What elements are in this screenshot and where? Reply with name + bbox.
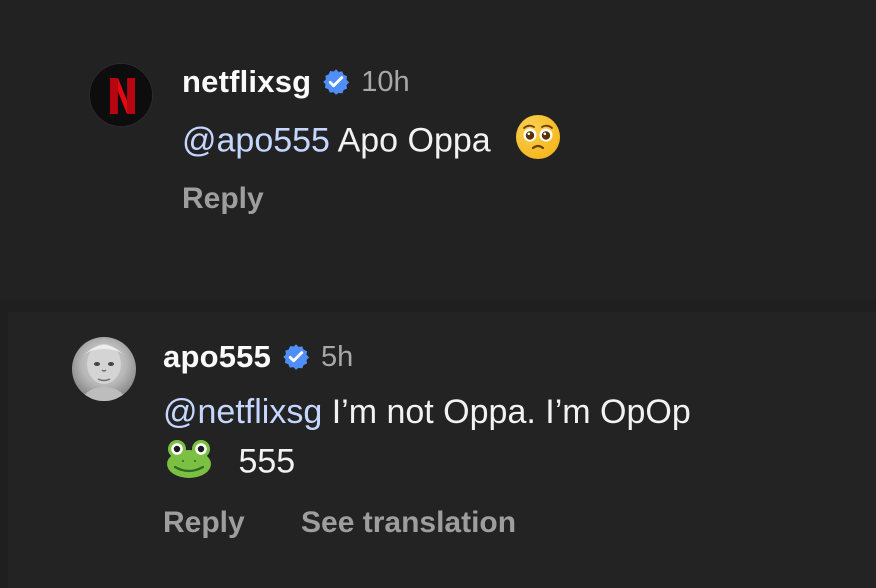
comment-item: netflixsg 10h @apo555 Apo Oppa Reply: [0, 0, 876, 300]
verified-badge-icon: [323, 69, 350, 95]
verified-badge-icon: [283, 344, 310, 370]
comment-body-continuation: 555: [238, 442, 296, 481]
profile-photo-icon: [80, 344, 128, 401]
comment-header: netflixsg 10h: [182, 64, 410, 100]
comment-thread: netflixsg 10h @apo555 Apo Oppa Reply apo…: [0, 0, 876, 588]
username[interactable]: apo555: [163, 339, 271, 375]
reply-button[interactable]: Reply: [182, 182, 264, 216]
comment-body-text: I’m not Oppa. I’m OpOp: [331, 393, 691, 431]
netflix-logo-icon: [90, 64, 152, 126]
comment-item: apo555 5h @netflixsg I’m not Oppa. I’m O…: [0, 312, 876, 588]
avatar[interactable]: [72, 337, 136, 401]
pleading-face-icon: [514, 113, 562, 172]
username[interactable]: netflixsg: [182, 64, 311, 100]
mention-link[interactable]: @netflixsg: [163, 393, 322, 431]
timestamp: 10h: [361, 65, 410, 98]
comment-header: apo555 5h: [163, 339, 353, 375]
comment-body-text: Apo Oppa: [337, 121, 491, 160]
frog-face-icon: [163, 436, 215, 491]
comment-text: @apo555 Apo Oppa: [182, 113, 562, 172]
avatar[interactable]: [89, 63, 153, 127]
timestamp: 5h: [321, 340, 354, 373]
see-translation-button[interactable]: See translation: [301, 506, 516, 540]
comment-text: @netflixsg I’m not Oppa. I’m OpOp: [163, 390, 691, 434]
mention-link[interactable]: @apo555: [182, 121, 330, 159]
reply-button[interactable]: Reply: [163, 506, 245, 540]
comment-text-second-line: 555: [163, 436, 295, 491]
